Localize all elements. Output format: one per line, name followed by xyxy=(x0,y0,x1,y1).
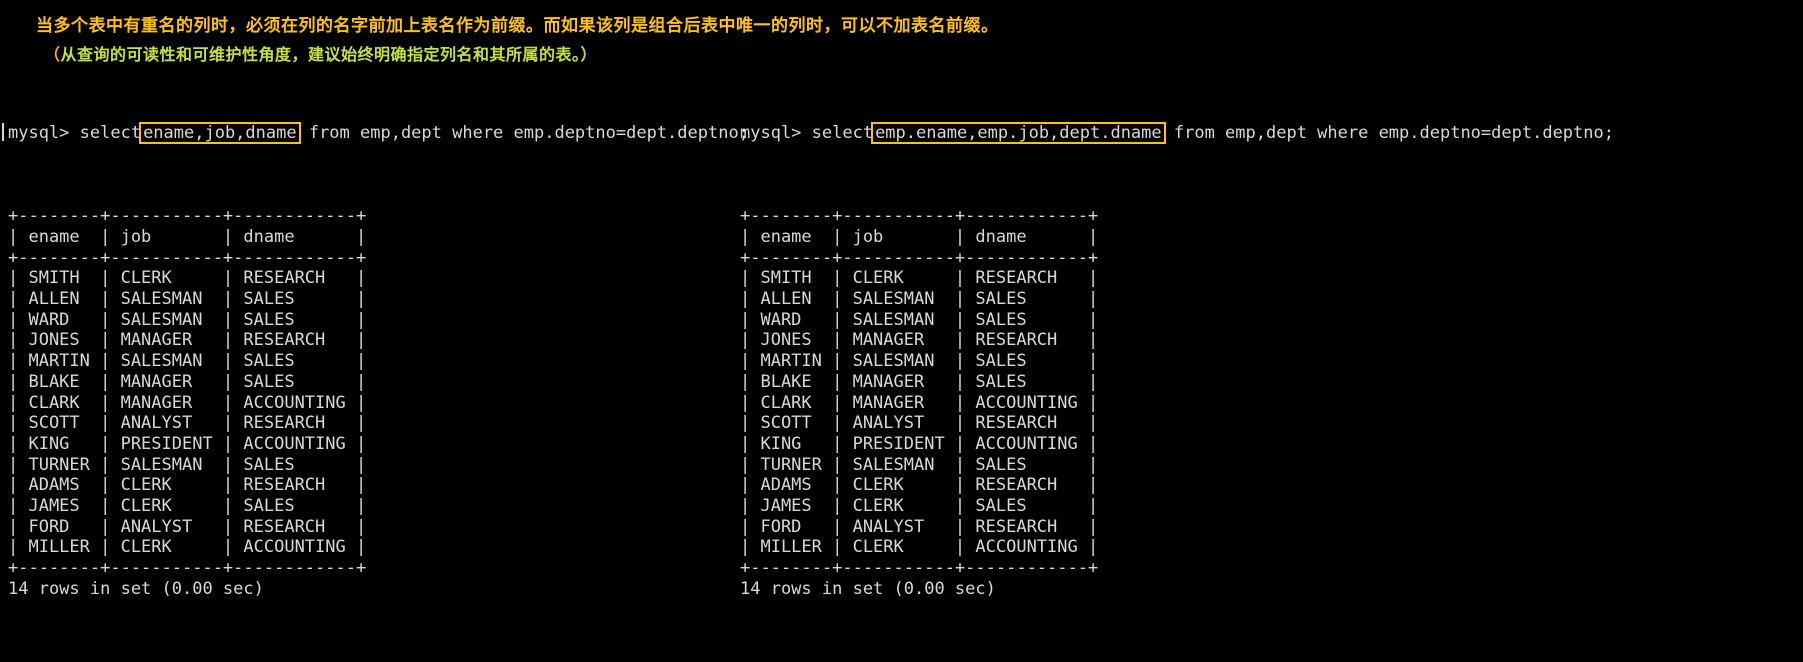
table-row: | SCOTT | ANALYST | RESEARCH | xyxy=(740,413,1099,434)
left-result-table: +--------+-----------+------------+ | ena… xyxy=(8,206,749,599)
right-status-line: 14 rows in set (0.00 sec) xyxy=(740,578,996,599)
table-row: | MARTIN | SALESMAN | SALES | xyxy=(740,351,1099,372)
left-prompt-prefix: mysql> select xyxy=(8,123,142,144)
table-row: | MARTIN | SALESMAN | SALES | xyxy=(8,351,367,372)
table-row: | SMITH | CLERK | RESEARCH | xyxy=(740,268,1099,289)
table-row: | ADAMS | CLERK | RESEARCH | xyxy=(740,475,1099,496)
table-row: | KING | PRESIDENT | ACCOUNTING | xyxy=(740,433,1099,454)
table-row: | JONES | MANAGER | RESEARCH | xyxy=(740,330,1099,351)
right-result-table: +--------+-----------+------------+ | ena… xyxy=(740,206,1614,599)
table-separator-bottom: +--------+-----------+------------+ xyxy=(8,558,367,579)
table-header-row: | ename | job | dname | xyxy=(8,226,367,247)
table-row: | CLARK | MANAGER | ACCOUNTING | xyxy=(740,392,1099,413)
table-row: | ADAMS | CLERK | RESEARCH | xyxy=(8,475,367,496)
left-highlighted-columns[interactable]: ename,job,dname xyxy=(139,122,301,145)
table-row: | SMITH | CLERK | RESEARCH | xyxy=(8,268,367,289)
left-status-line: 14 rows in set (0.00 sec) xyxy=(8,578,264,599)
table-row: | ALLEN | SALESMAN | SALES | xyxy=(740,289,1099,310)
left-prompt-suffix: from emp,dept where emp.deptno=dept.dept… xyxy=(298,123,749,144)
right-terminal-pane: mysql> select emp.ename,emp.job,dept.dnam… xyxy=(740,60,1614,662)
table-row: | TURNER | SALESMAN | SALES | xyxy=(8,454,367,475)
table-row: | BLAKE | MANAGER | SALES | xyxy=(8,371,367,392)
table-separator-bottom: +--------+-----------+------------+ xyxy=(740,558,1099,579)
table-row: | ALLEN | SALESMAN | SALES | xyxy=(8,289,367,310)
right-prompt-prefix: mysql> select xyxy=(740,123,874,144)
table-row: | SCOTT | ANALYST | RESEARCH | xyxy=(8,413,367,434)
table-row: | WARD | SALESMAN | SALES | xyxy=(8,309,367,330)
table-header-row: | ename | job | dname | xyxy=(740,226,1099,247)
table-separator-mid: +--------+-----------+------------+ xyxy=(8,247,367,268)
table-row: | WARD | SALESMAN | SALES | xyxy=(740,309,1099,330)
right-prompt-row: mysql> select emp.ename,emp.job,dept.dnam… xyxy=(740,122,1614,145)
terminal-screen: 当多个表中有重名的列时，必须在列的名字前加上表名作为前缀。而如果该列是组合后表中… xyxy=(0,0,1803,599)
annotation-line-1: 当多个表中有重名的列时，必须在列的名字前加上表名作为前缀。而如果该列是组合后表中… xyxy=(36,16,999,36)
table-separator-top: +--------+-----------+------------+ xyxy=(740,206,1099,227)
table-row: | CLARK | MANAGER | ACCOUNTING | xyxy=(8,392,367,413)
cursor-bar-icon xyxy=(2,123,4,142)
table-row: | BLAKE | MANAGER | SALES | xyxy=(740,371,1099,392)
table-row: | JONES | MANAGER | RESEARCH | xyxy=(8,330,367,351)
table-separator-mid: +--------+-----------+------------+ xyxy=(740,247,1099,268)
table-row: | KING | PRESIDENT | ACCOUNTING | xyxy=(8,433,367,454)
table-row: | TURNER | SALESMAN | SALES | xyxy=(740,454,1099,475)
table-row: | FORD | ANALYST | RESEARCH | xyxy=(740,516,1099,537)
left-terminal-pane: mysql> select ename,job,dname from emp,de… xyxy=(2,60,749,662)
table-row: | JAMES | CLERK | SALES | xyxy=(740,496,1099,517)
table-row: | MILLER | CLERK | ACCOUNTING | xyxy=(8,537,367,558)
right-highlighted-columns[interactable]: emp.ename,emp.job,dept.dname xyxy=(871,122,1166,145)
table-row: | JAMES | CLERK | SALES | xyxy=(8,496,367,517)
table-row: | FORD | ANALYST | RESEARCH | xyxy=(8,516,367,537)
right-prompt-suffix: from emp,dept where emp.deptno=dept.dept… xyxy=(1163,123,1614,144)
table-separator-top: +--------+-----------+------------+ xyxy=(8,206,367,227)
left-prompt-row: mysql> select ename,job,dname from emp,de… xyxy=(2,122,749,145)
table-row: | MILLER | CLERK | ACCOUNTING | xyxy=(740,537,1099,558)
